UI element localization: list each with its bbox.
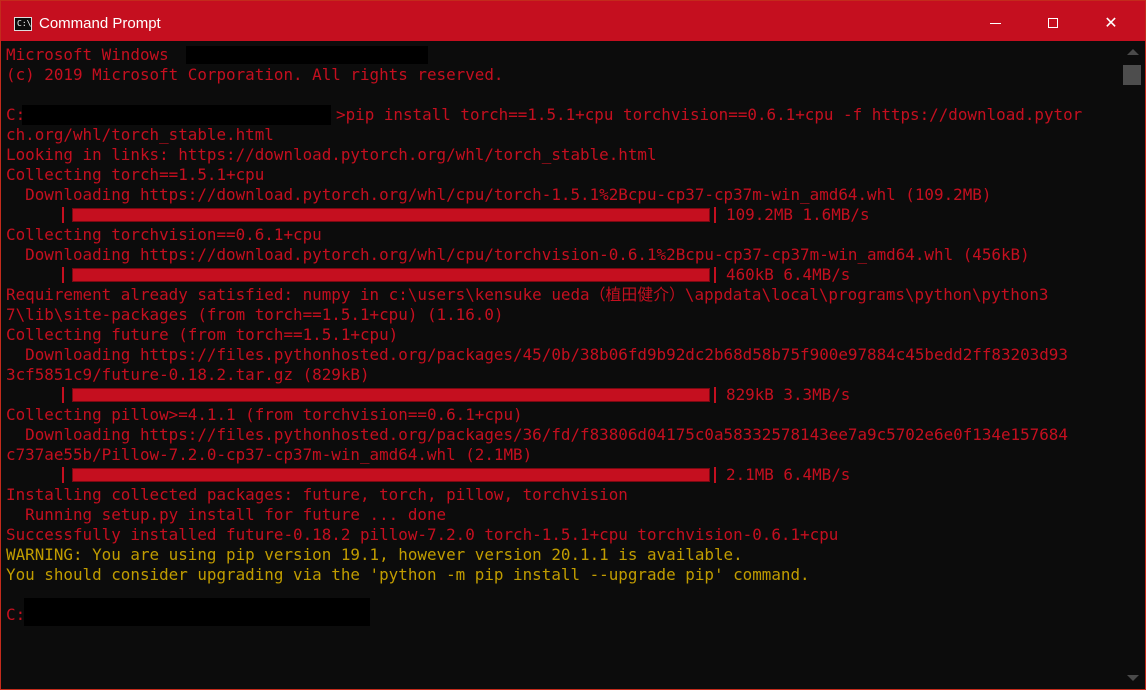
console-line: Requirement already satisfied: numpy in … [6, 285, 1049, 304]
progress-stats: 109.2MB 1.6MB/s [726, 205, 870, 224]
console-line: c737ae55b/Pillow-7.2.0-cp37-cp37m-win_am… [6, 445, 533, 464]
console-line: 7\lib\site-packages (from torch==1.5.1+c… [6, 305, 504, 324]
progress-bar-torchvision [72, 268, 710, 282]
console-line: Successfully installed future-0.18.2 pil… [6, 525, 839, 544]
redacted-path [24, 598, 370, 626]
progress-stats: 460kB 6.4MB/s [726, 265, 851, 284]
console-line: Collecting future (from torch==1.5.1+cpu… [6, 325, 399, 344]
cmd-icon-label: C:\ [17, 19, 32, 28]
vertical-scrollbar[interactable] [1121, 41, 1145, 689]
console-output[interactable]: Microsoft Windows (c) 2019 Microsoft Cor… [6, 45, 1120, 685]
command-prompt-window: C:\ Command Prompt ✕ Microsoft Windows (… [0, 0, 1146, 690]
progress-line-pillow: 2.1MB 6.4MB/s [6, 465, 1120, 485]
console-line: Downloading https://download.pytorch.org… [6, 185, 992, 204]
progress-line-torch: 109.2MB 1.6MB/s [6, 205, 1120, 225]
progress-stats: 2.1MB 6.4MB/s [726, 465, 851, 484]
cmd-icon: C:\ [14, 17, 32, 31]
title-bar[interactable]: C:\ Command Prompt ✕ [1, 1, 1145, 41]
close-button[interactable]: ✕ [1082, 5, 1140, 41]
progress-stats: 829kB 3.3MB/s [726, 385, 851, 404]
close-icon: ✕ [1104, 13, 1118, 32]
window-title: Command Prompt [39, 15, 161, 32]
maximize-button[interactable] [1024, 5, 1082, 41]
os-banner: Microsoft Windows [6, 45, 169, 64]
console-line: Collecting torch==1.5.1+cpu [6, 165, 265, 184]
scroll-up-icon[interactable] [1127, 49, 1139, 55]
prompt-line[interactable]: C: [6, 598, 1120, 626]
console-line: Collecting torchvision==0.6.1+cpu [6, 225, 322, 244]
progress-bar-future [72, 388, 710, 402]
minimize-button[interactable] [966, 5, 1024, 41]
progress-bar-pillow [72, 468, 710, 482]
console-line: Downloading https://files.pythonhosted.o… [6, 345, 1068, 364]
console-line: Microsoft Windows [6, 45, 1120, 65]
scrollbar-thumb[interactable] [1123, 65, 1141, 85]
progress-line-future: 829kB 3.3MB/s [6, 385, 1120, 405]
console-line: Collecting pillow>=4.1.1 (from torchvisi… [6, 405, 523, 424]
console-line: (c) 2019 Microsoft Corporation. All righ… [6, 65, 504, 84]
prompt-drive: C: [6, 605, 26, 624]
progress-bar-torch [72, 208, 710, 222]
console-line: 3cf5851c9/future-0.18.2.tar.gz (829kB) [6, 365, 370, 384]
redacted-path [22, 105, 331, 125]
console-line: Looking in links: https://download.pytor… [6, 145, 657, 164]
minimize-icon [989, 22, 1001, 24]
console-line: Downloading https://files.pythonhosted.o… [6, 425, 1068, 444]
console-line: Running setup.py install for future ... … [6, 505, 447, 524]
scroll-down-icon[interactable] [1127, 675, 1139, 681]
progress-line-torchvision: 460kB 6.4MB/s [6, 265, 1120, 285]
console-line: Downloading https://download.pytorch.org… [6, 245, 1030, 264]
console-line: Installing collected packages: future, t… [6, 485, 628, 504]
maximize-icon [1048, 18, 1058, 28]
console-line: ch.org/whl/torch_stable.html [6, 125, 274, 144]
warning-line: WARNING: You are using pip version 19.1,… [6, 545, 743, 564]
console-line: C: >pip install torch==1.5.1+cpu torchvis… [6, 105, 1120, 125]
redacted-version [186, 46, 428, 64]
pip-command: >pip install torch==1.5.1+cpu torchvisio… [336, 105, 1083, 124]
warning-line: You should consider upgrading via the 'p… [6, 565, 810, 584]
